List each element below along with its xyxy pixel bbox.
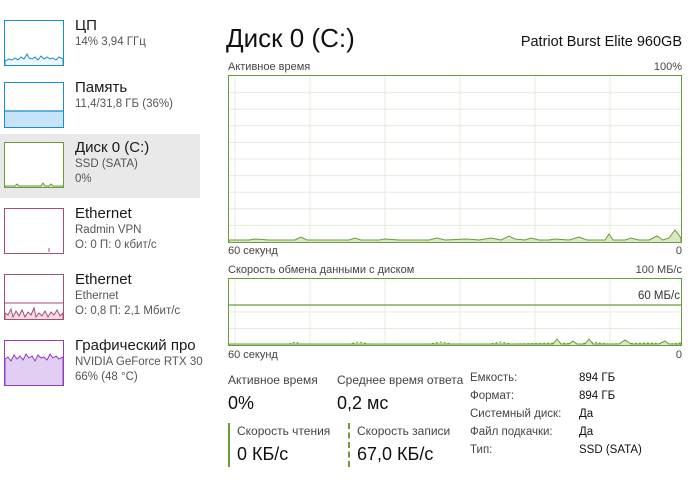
property-key: Емкость: bbox=[470, 372, 518, 384]
active-time-graph-span: 60 секунд bbox=[228, 245, 278, 257]
disk-properties: Емкость: 894 ГБ Формат: 894 ГБ Системный… bbox=[470, 372, 690, 462]
sidebar: ЦП 14% 3,94 ГГц Память 11,4/31,8 ГБ (36%… bbox=[0, 0, 203, 482]
sidebar-item-title: ЦП bbox=[75, 17, 97, 34]
transfer-rate-marker-label: 60 МБ/с bbox=[637, 290, 680, 302]
sidebar-item-title: Ethernet bbox=[75, 271, 132, 288]
sidebar-item-throughput: О: 0 П: 0 кбит/с bbox=[75, 239, 157, 251]
active-time-graph bbox=[228, 75, 682, 243]
write-speed-value: 67,0 КБ/с bbox=[357, 444, 434, 464]
response-time-stat-label: Среднее время ответа bbox=[337, 373, 464, 387]
transfer-rate-graph-max: 100 МБ/с bbox=[635, 264, 682, 276]
active-time-stat-label: Активное время bbox=[228, 373, 318, 387]
sidebar-item-detail: 14% 3,94 ГГц bbox=[75, 36, 146, 48]
sidebar-item-detail: Ethernet bbox=[75, 290, 119, 302]
device-model-name: Patriot Burst Elite 960GB bbox=[520, 34, 682, 50]
page-title: Диск 0 (C:) bbox=[226, 23, 355, 53]
transfer-rate-graph-label: Скорость обмена данными с диском bbox=[228, 264, 415, 276]
property-row: Системный диск: Да bbox=[470, 408, 690, 426]
ethernet-thumbnail-graph bbox=[4, 274, 64, 320]
write-speed-block: Скорость записи 67,0 КБ/с bbox=[348, 423, 450, 467]
property-value: Да bbox=[579, 426, 594, 438]
property-key: Тип: bbox=[470, 444, 493, 456]
property-key: Системный диск: bbox=[470, 408, 562, 420]
read-speed-value: 0 КБ/с bbox=[237, 444, 289, 464]
transfer-rate-graph-span: 60 секунд bbox=[228, 349, 278, 361]
sidebar-item-detail: Radmin VPN bbox=[75, 224, 142, 236]
sidebar-item-title: Ethernet bbox=[75, 205, 132, 222]
transfer-rate-graph-end: 0 bbox=[675, 349, 682, 361]
active-time-graph-label: Активное время bbox=[228, 61, 311, 73]
property-value: 894 ГБ bbox=[579, 372, 616, 384]
sidebar-item-detail: NVIDIA GeForce RTX 307 bbox=[75, 356, 203, 368]
response-time-stat-value: 0,2 мс bbox=[337, 393, 389, 413]
sidebar-item-usage: 66% (48 °C) bbox=[75, 371, 138, 383]
disk-details-panel: Диск 0 (C:) Patriot Burst Elite 960GB Ак… bbox=[226, 0, 698, 482]
sidebar-item-title: Диск 0 (C:) bbox=[75, 139, 150, 156]
sidebar-item-memory[interactable]: Память 11,4/31,8 ГБ (36%) bbox=[0, 74, 200, 138]
property-row: Емкость: 894 ГБ bbox=[470, 372, 690, 390]
sidebar-item-gpu[interactable]: Графический про NVIDIA GeForce RTX 307 6… bbox=[0, 332, 203, 396]
property-row: Формат: 894 ГБ bbox=[470, 390, 690, 408]
sidebar-item-throughput: О: 0,8 П: 2,1 Мбит/с bbox=[75, 305, 181, 317]
read-speed-block: Скорость чтения 0 КБ/с bbox=[228, 423, 330, 467]
property-key: Файл подкачки: bbox=[470, 426, 553, 438]
ethernet-thumbnail-graph bbox=[4, 208, 64, 254]
sidebar-item-detail: 11,4/31,8 ГБ (36%) bbox=[75, 98, 173, 110]
active-time-graph-end: 0 bbox=[675, 245, 682, 257]
sidebar-item-disk[interactable]: Диск 0 (C:) SSD (SATA) 0% bbox=[0, 134, 200, 198]
transfer-rate-graph bbox=[228, 278, 682, 346]
disk-thumbnail-graph bbox=[4, 142, 64, 188]
sidebar-item-detail: SSD (SATA) bbox=[75, 158, 138, 170]
sidebar-item-cpu[interactable]: ЦП 14% 3,94 ГГц bbox=[0, 12, 200, 76]
sidebar-item-ethernet[interactable]: Ethernet Ethernet О: 0,8 П: 2,1 Мбит/с bbox=[0, 266, 200, 330]
property-row: Тип: SSD (SATA) bbox=[470, 444, 690, 462]
property-value: Да bbox=[579, 408, 594, 420]
active-time-graph-max: 100% bbox=[653, 61, 682, 73]
sidebar-item-usage: 0% bbox=[75, 173, 92, 185]
property-value: 894 ГБ bbox=[579, 390, 616, 402]
sidebar-item-ethernet-radmin[interactable]: Ethernet Radmin VPN О: 0 П: 0 кбит/с bbox=[0, 200, 200, 264]
property-key: Формат: bbox=[470, 390, 515, 402]
memory-thumbnail-graph bbox=[4, 82, 64, 128]
sidebar-item-title: Графический про bbox=[75, 337, 196, 354]
write-speed-label: Скорость записи bbox=[357, 424, 451, 438]
property-value: SSD (SATA) bbox=[579, 444, 642, 456]
active-time-stat-value: 0% bbox=[228, 393, 255, 413]
property-row: Файл подкачки: Да bbox=[470, 426, 690, 444]
read-speed-label: Скорость чтения bbox=[237, 424, 331, 438]
cpu-thumbnail-graph bbox=[4, 20, 64, 66]
sidebar-item-title: Память bbox=[75, 79, 128, 96]
gpu-thumbnail-graph bbox=[4, 340, 64, 386]
